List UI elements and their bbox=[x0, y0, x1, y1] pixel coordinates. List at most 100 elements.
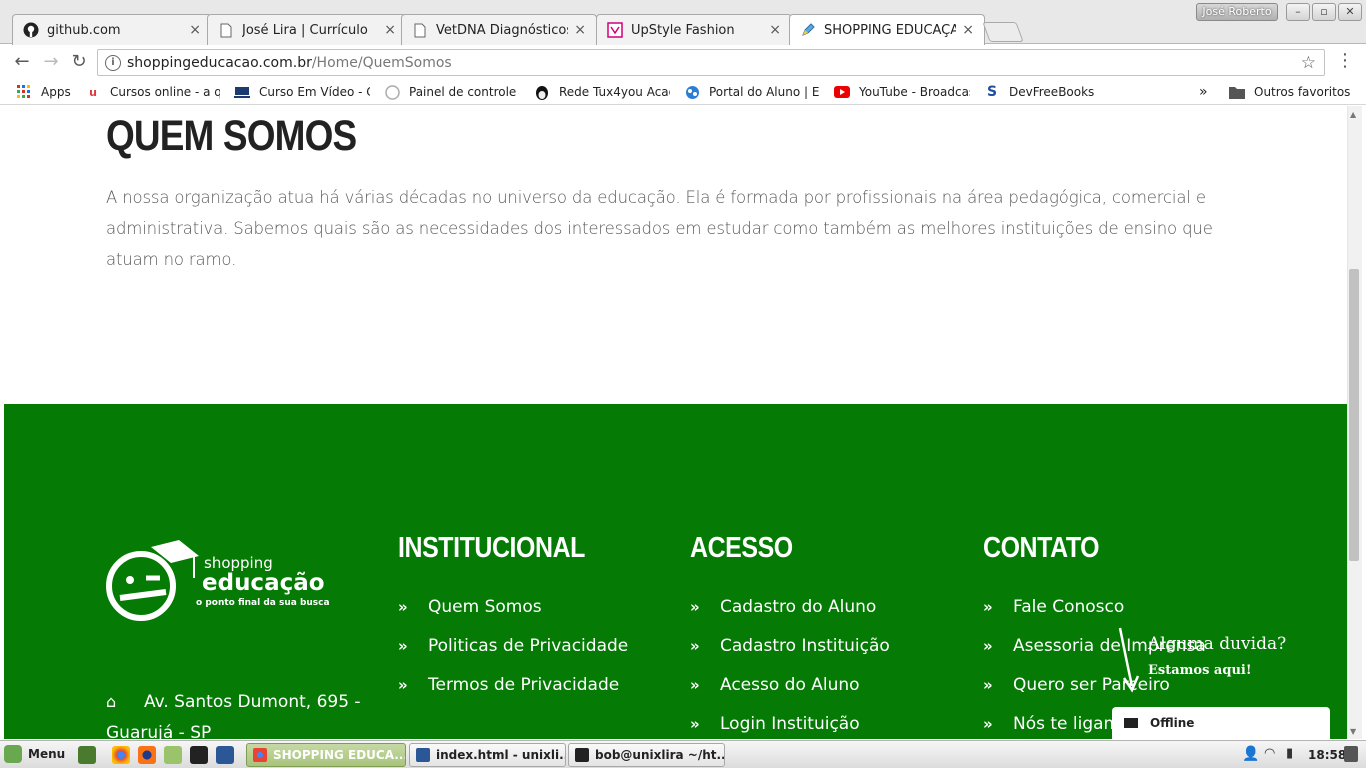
tab-vetdna[interactable]: VetDNA Diagnósticos M × bbox=[401, 14, 597, 45]
footer-link-termos[interactable]: » Termos de Privacidade bbox=[398, 675, 619, 695]
firefox-launcher-icon[interactable] bbox=[138, 746, 156, 764]
task-editor[interactable]: index.html - unixli... bbox=[409, 743, 566, 767]
info-icon[interactable]: i bbox=[105, 54, 121, 71]
link-label: Termos de Privacidade bbox=[428, 675, 620, 695]
close-tab-icon[interactable]: × bbox=[384, 22, 396, 38]
bookmark-devfreebooks[interactable]: S DevFreeBooks bbox=[984, 82, 1104, 102]
scrollbar-thumb[interactable] bbox=[1349, 269, 1359, 561]
bookmark-label: Curso Em Vídeo - Cu bbox=[259, 85, 370, 99]
files-launcher-icon[interactable] bbox=[164, 746, 182, 764]
show-desktop-icon[interactable] bbox=[78, 746, 96, 764]
browser-tab-strip: github.com × José Lira | Currículo × Vet… bbox=[0, 0, 1366, 45]
footer-link-acesso-aluno[interactable]: » Acesso do Aluno bbox=[690, 675, 860, 695]
tab-title: SHOPPING EDUCAÇÃO bbox=[824, 22, 957, 38]
double-chevron-icon: » bbox=[398, 676, 408, 694]
double-chevron-icon: » bbox=[983, 715, 993, 733]
bookmark-star-icon[interactable]: ☆ bbox=[1301, 53, 1316, 73]
bookmark-portal-aluno[interactable]: Portal do Aluno | E bbox=[684, 82, 820, 102]
bookmark-rede-tux4you[interactable]: Rede Tux4you Acad bbox=[534, 82, 670, 102]
link-label: Nós te ligam bbox=[1013, 714, 1121, 734]
tab-upstyle[interactable]: UpStyle Fashion × bbox=[596, 14, 792, 45]
close-tab-icon[interactable]: × bbox=[189, 22, 201, 38]
footer-link-fale-conosco[interactable]: » Fale Conosco bbox=[983, 597, 1124, 617]
pencil-icon bbox=[800, 22, 816, 38]
chrome-launcher-icon[interactable] bbox=[112, 746, 130, 764]
scroll-up-icon[interactable]: ▲ bbox=[1350, 110, 1356, 119]
user-icon[interactable]: 👤 bbox=[1242, 746, 1259, 762]
footer-link-cadastro-instituicao[interactable]: » Cadastro Instituição bbox=[690, 636, 890, 656]
devfreebooks-icon: S bbox=[986, 84, 998, 100]
footer-link-quem-somos[interactable]: » Quem Somos bbox=[398, 597, 542, 617]
task-browser[interactable]: SHOPPING EDUCA... bbox=[246, 743, 406, 767]
link-label: Quem Somos bbox=[428, 597, 542, 617]
bookmark-apps[interactable]: Apps bbox=[16, 82, 86, 102]
bookmark-outros-favoritos[interactable]: Outros favoritos bbox=[1229, 82, 1359, 102]
back-arrow-icon[interactable]: ← bbox=[11, 51, 33, 73]
tab-shopping-educacao[interactable]: SHOPPING EDUCAÇÃO × bbox=[789, 14, 985, 45]
logo-tagline: o ponto final da sua busca bbox=[196, 598, 330, 608]
wifi-icon[interactable]: ◠ bbox=[1264, 746, 1275, 761]
institucional-heading: INSTITUCIONAL bbox=[398, 532, 585, 564]
folder-icon bbox=[1229, 84, 1245, 100]
bookmarks-overflow-chevron[interactable]: » bbox=[1199, 82, 1213, 102]
terminal-launcher-icon[interactable] bbox=[190, 746, 208, 764]
bookmark-cursos-online[interactable]: u Cursos online - a qu bbox=[85, 82, 220, 102]
tab-title: UpStyle Fashion bbox=[631, 22, 735, 38]
page-icon bbox=[218, 22, 234, 38]
menu-label: Menu bbox=[28, 747, 66, 761]
bookmark-label: Outros favoritos bbox=[1254, 85, 1351, 99]
home-icon: ⌂ bbox=[106, 692, 117, 711]
footer-link-cadastro-aluno[interactable]: » Cadastro do Aluno bbox=[690, 597, 876, 617]
page-title: QUEM SOMOS bbox=[106, 112, 357, 160]
close-tab-icon[interactable]: × bbox=[769, 22, 781, 38]
footer-link-login-instituicao[interactable]: » Login Instituição bbox=[690, 714, 860, 734]
bookmark-youtube[interactable]: YouTube - Broadcas bbox=[834, 82, 970, 102]
menu-button[interactable]: Menu bbox=[4, 745, 65, 763]
tab-curriculo[interactable]: José Lira | Currículo × bbox=[207, 14, 407, 45]
chrome-icon bbox=[253, 748, 267, 762]
maximize-icon[interactable]: ▫ bbox=[1312, 3, 1336, 21]
bookmark-label: Apps bbox=[41, 85, 71, 99]
task-label: index.html - unixli... bbox=[436, 748, 566, 762]
desktop-taskbar: Menu SHOPPING EDUCA... index.html - unix… bbox=[0, 740, 1366, 768]
task-label: bob@unixlira ~/ht... bbox=[595, 748, 725, 762]
link-label: Cadastro Instituição bbox=[720, 636, 890, 656]
double-chevron-icon: » bbox=[983, 598, 993, 616]
bookmark-label: Rede Tux4you Acad bbox=[559, 85, 670, 99]
bookmark-label: Painel de controle | bbox=[409, 85, 520, 99]
tab-github[interactable]: github.com × bbox=[12, 14, 212, 45]
footer-link-politicas[interactable]: » Politicas de Privacidade bbox=[398, 636, 628, 656]
link-label: Acesso do Aluno bbox=[720, 675, 860, 695]
tray-icon[interactable] bbox=[1344, 746, 1358, 762]
close-window-icon[interactable]: ✕ bbox=[1338, 3, 1362, 21]
bookmark-painel-controle[interactable]: Painel de controle | bbox=[384, 82, 520, 102]
udemy-icon: u bbox=[89, 85, 97, 99]
shopping-educacao-logo[interactable]: shopping educação o ponto final da sua b… bbox=[104, 534, 330, 624]
clock[interactable]: 18:58 bbox=[1308, 748, 1346, 762]
bookmark-label: YouTube - Broadcas bbox=[859, 85, 970, 99]
battery-icon[interactable]: ▮ bbox=[1286, 746, 1293, 761]
link-label: Cadastro do Aluno bbox=[720, 597, 877, 617]
profile-badge[interactable]: José Roberto bbox=[1196, 3, 1278, 21]
task-terminal[interactable]: bob@unixlira ~/ht... bbox=[568, 743, 725, 767]
menu-kebab-icon[interactable]: ⋮ bbox=[1336, 51, 1354, 71]
editor-icon bbox=[416, 748, 430, 762]
close-tab-icon[interactable]: × bbox=[574, 22, 586, 38]
minimize-icon[interactable]: – bbox=[1286, 3, 1310, 21]
double-chevron-icon: » bbox=[690, 637, 700, 655]
url-host: shoppingeducacao.com.br bbox=[127, 54, 312, 71]
forward-arrow-icon[interactable]: → bbox=[40, 51, 62, 73]
editor-launcher-icon[interactable] bbox=[216, 746, 234, 764]
address-bar[interactable]: i shoppingeducacao.com.br /Home/QuemSomo… bbox=[97, 49, 1325, 76]
footer-link-nos-te-ligamos[interactable]: » Nós te ligam bbox=[983, 714, 1120, 734]
link-label: Fale Conosco bbox=[1013, 597, 1125, 617]
bookmark-curso-em-video[interactable]: Curso Em Vídeo - Cu bbox=[234, 82, 370, 102]
close-tab-icon[interactable]: × bbox=[962, 22, 974, 38]
chat-widget-button[interactable]: Offline bbox=[1112, 707, 1330, 739]
tab-title: VetDNA Diagnósticos M bbox=[436, 22, 569, 38]
new-tab-button[interactable] bbox=[982, 22, 1024, 42]
scroll-down-icon[interactable]: ▼ bbox=[1350, 727, 1356, 736]
reload-icon[interactable]: ↻ bbox=[68, 51, 90, 73]
apps-grid-icon bbox=[16, 84, 32, 100]
double-chevron-icon: » bbox=[398, 637, 408, 655]
